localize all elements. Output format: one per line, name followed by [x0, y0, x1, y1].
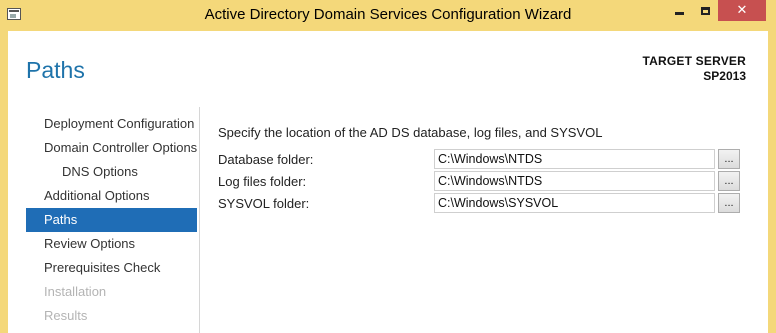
maximize-button[interactable] — [692, 0, 718, 21]
title-bar[interactable]: Active Directory Domain Services Configu… — [0, 0, 776, 31]
log-files-folder-input[interactable] — [434, 171, 715, 191]
paths-content: Specify the location of the AD DS databa… — [218, 125, 758, 213]
wizard-window: Active Directory Domain Services Configu… — [0, 0, 776, 333]
nav-item-review-options[interactable]: Review Options — [26, 232, 197, 256]
log-files-folder-browse-button[interactable]: ... — [718, 171, 740, 191]
database-folder-label: Database folder: — [218, 152, 314, 167]
minimize-button[interactable] — [666, 0, 692, 21]
minimize-icon — [674, 12, 684, 15]
nav-item-results: Results — [44, 308, 88, 323]
nav-item-additional-options[interactable]: Additional Options — [26, 184, 197, 208]
instruction-text: Specify the location of the AD DS databa… — [218, 125, 603, 140]
close-icon: ✕ — [736, 3, 748, 18]
maximize-icon — [700, 6, 710, 15]
window-title: Active Directory Domain Services Configu… — [204, 6, 572, 23]
target-server-name: SP2013 — [703, 69, 746, 83]
sysvol-folder-browse-button[interactable]: ... — [718, 193, 740, 213]
log-files-folder-label: Log files folder: — [218, 174, 307, 189]
nav-item-dns-options[interactable]: DNS Options — [26, 160, 197, 184]
nav-item-prerequisites-check[interactable]: Prerequisites Check — [26, 256, 197, 280]
nav-item-domain-controller-options[interactable]: Domain Controller Options — [26, 136, 197, 160]
target-server-label: TARGET SERVER — [642, 54, 746, 68]
nav-item-deployment-configuration[interactable]: Deployment Configuration — [26, 112, 197, 136]
close-button[interactable]: ✕ — [718, 0, 766, 21]
nav-item-installation: Installation — [44, 284, 107, 299]
log-files-folder-row: Log files folder: ... — [218, 171, 758, 193]
database-folder-browse-button[interactable]: ... — [718, 149, 740, 169]
wizard-client-area: Paths TARGET SERVER SP2013 Deployment Co… — [8, 31, 768, 333]
sysvol-folder-input[interactable] — [434, 193, 715, 213]
wizard-nav: Deployment Configuration Domain Controll… — [26, 112, 197, 328]
page-title: Paths — [26, 57, 85, 83]
database-folder-row: Database folder: ... — [218, 149, 758, 171]
nav-divider — [199, 107, 200, 333]
database-folder-input[interactable] — [434, 149, 715, 169]
sysvol-folder-label: SYSVOL folder: — [218, 196, 310, 211]
sysvol-folder-row: SYSVOL folder: ... — [218, 193, 758, 215]
nav-item-paths[interactable]: Paths — [26, 208, 197, 232]
